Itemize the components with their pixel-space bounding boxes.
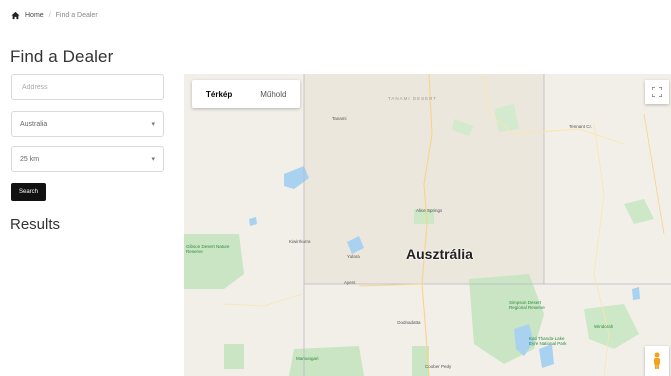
map-label-tennant: Tennant Cr.	[569, 124, 593, 129]
map-label-tanami: Tanami	[332, 116, 347, 121]
breadcrumb-home-link[interactable]: Home	[25, 12, 44, 19]
radius-select-value: 25 km	[20, 155, 40, 163]
map-label-yulara: Yulara	[347, 254, 360, 259]
breadcrumb-separator: /	[48, 12, 51, 19]
address-field[interactable]	[11, 74, 164, 100]
search-button[interactable]: Search	[11, 183, 46, 201]
map-label-oodnadatta: Oodnadatta	[397, 320, 421, 325]
map-country-label: Ausztrália	[406, 246, 473, 262]
fullscreen-button[interactable]	[645, 80, 669, 104]
pegman-icon	[654, 352, 660, 369]
map-label-gibson: Gibson Desert Nature Reserve	[186, 244, 230, 254]
results-title: Results	[10, 216, 61, 233]
map[interactable]: Térkép Műhold TANAMI DESERT Tanami Tenna…	[184, 74, 671, 376]
map-label-coober: Coober Pedy	[425, 364, 452, 369]
map-label-kiwirrkurra: Kiwirrkurra	[289, 239, 311, 244]
chevron-down-icon: ▾	[151, 121, 155, 128]
breadcrumb: Home / Find a Dealer	[11, 11, 98, 20]
map-type-control: Térkép Műhold	[192, 80, 301, 108]
map-label-alice: Alice Springs	[416, 208, 443, 213]
fullscreen-icon	[652, 87, 662, 97]
map-label-region: TANAMI DESERT	[388, 96, 438, 101]
radius-select[interactable]: 25 km ▾	[11, 146, 164, 172]
map-label-kati: Kati Thanda-Lake Eyre National Park	[529, 336, 567, 346]
map-label-ayers: Ayers	[344, 280, 356, 285]
map-tab-map[interactable]: Térkép	[192, 80, 246, 108]
address-input[interactable]	[20, 82, 155, 92]
map-label-simpson: Simpson Desert Regional Reserve	[509, 300, 545, 310]
country-select-value: Australia	[20, 120, 48, 128]
map-label-mamungari: Mamungari	[296, 356, 319, 361]
home-icon[interactable]	[11, 11, 20, 20]
chevron-down-icon: ▾	[151, 156, 155, 163]
breadcrumb-current: Find a Dealer	[55, 12, 98, 19]
country-select[interactable]: Australia ▾	[11, 111, 164, 137]
page-title: Find a Dealer	[10, 47, 114, 66]
map-base	[184, 74, 671, 376]
map-tab-satellite[interactable]: Műhold	[246, 80, 300, 108]
map-label-windorah: Windorah	[594, 324, 614, 329]
street-view-button[interactable]	[645, 346, 669, 376]
